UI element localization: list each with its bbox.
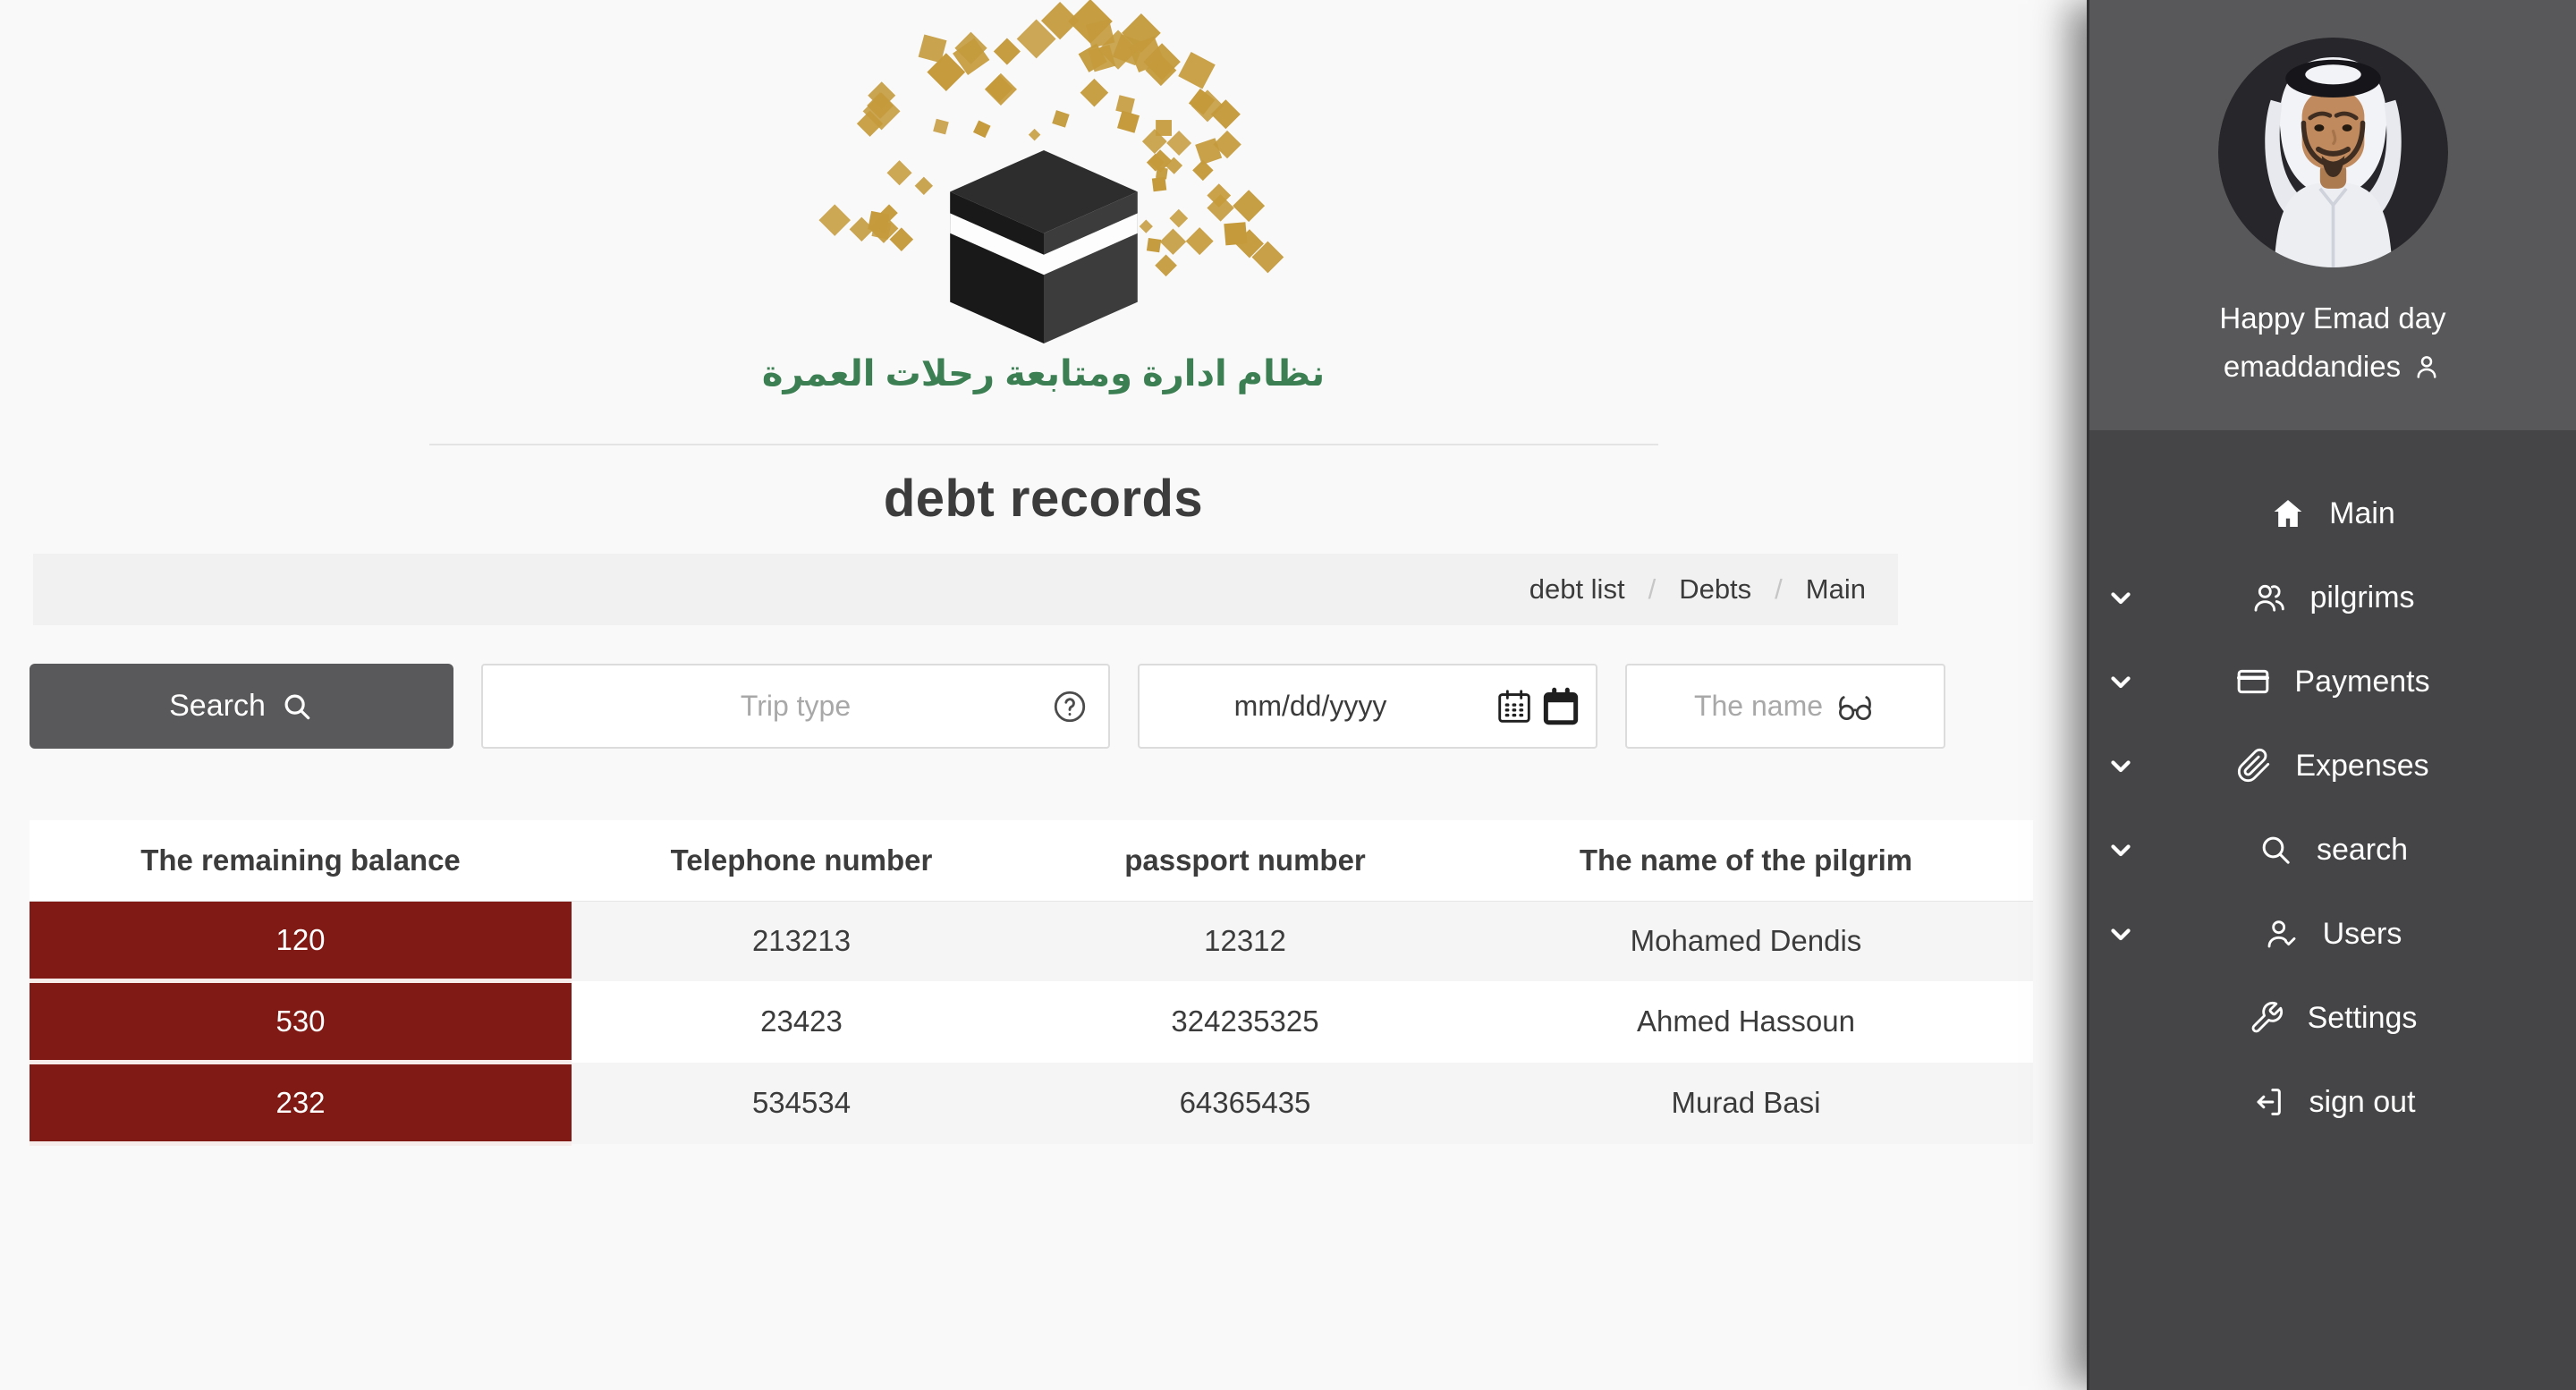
cell-passport: 324235325 (1031, 981, 1459, 1063)
sidebar-item-label: pilgrims (2309, 581, 2414, 615)
chevron-down-icon[interactable] (2106, 835, 2136, 865)
search-icon (280, 690, 314, 724)
cell-pilgrim-name: Ahmed Hassoun (1459, 981, 2033, 1063)
name-field[interactable]: The name (1625, 664, 1945, 749)
payments-icon (2235, 664, 2271, 699)
name-input-placeholder: The name (1694, 690, 1823, 723)
main-content: نظام ادارة ومتابعة رحلات العمرة debt rec… (0, 0, 2087, 1390)
cell-pilgrim-name: Mohamed Dendis (1459, 902, 2033, 981)
divider (429, 444, 1658, 445)
column-header-telephone-number: Telephone number (572, 820, 1031, 902)
cell-passport: 64365435 (1031, 1063, 1459, 1144)
app: نظام ادارة ومتابعة رحلات العمرة debt rec… (0, 0, 2576, 1390)
sidebar-item-expenses[interactable]: Expenses (2089, 724, 2576, 808)
table-row: 23253453464365435Murad Basi (30, 1063, 2033, 1144)
column-header-the-remaining-balance: The remaining balance (30, 820, 572, 902)
breadcrumb-item-debts[interactable]: Debts (1679, 573, 1751, 606)
app-logo-arabic-title: نظام ادارة ومتابعة رحلات العمرة (0, 352, 2087, 395)
trip-type-input[interactable] (483, 665, 1108, 747)
sidebar-item-label: Main (2329, 496, 2395, 531)
sidebar-item-pilgrims[interactable]: pilgrims (2089, 555, 2576, 640)
kaaba-logo-icon (793, 0, 1294, 343)
sidebar: Happy Emad day emaddandies Main pilgrims (2087, 0, 2576, 1390)
debts-table: The remaining balanceTelephone numberpas… (30, 820, 2033, 1146)
cell-remaining-balance: 232 (30, 1063, 572, 1144)
settings-icon (2249, 1000, 2284, 1036)
cell-remaining-balance: 530 (30, 981, 572, 1063)
username-row: emaddandies (2224, 350, 2442, 384)
table-row: 12021321312312Mohamed Dendis (30, 902, 2033, 981)
sign-out-icon (2250, 1084, 2285, 1120)
glasses-icon (1834, 689, 1877, 725)
chevron-down-icon[interactable] (2106, 919, 2136, 949)
search-button-label: Search (169, 689, 266, 724)
column-header-passport-number: passport number (1031, 820, 1459, 902)
expenses-icon (2236, 748, 2272, 784)
search-button[interactable]: Search (30, 664, 453, 749)
date-field (1138, 664, 1597, 749)
cell-pilgrim-name: Murad Basi (1459, 1063, 2033, 1144)
chevron-down-icon[interactable] (2106, 750, 2136, 781)
sidebar-item-label: sign out (2309, 1085, 2415, 1120)
sidebar-item-users[interactable]: Users (2089, 892, 2576, 976)
home-icon (2270, 496, 2306, 531)
sidebar-item-label: Users (2323, 917, 2402, 952)
username: emaddandies (2224, 350, 2401, 384)
page-title: debt records (0, 469, 2087, 529)
sidebar-item-label: Settings (2308, 1001, 2418, 1036)
chevron-down-icon[interactable] (2106, 582, 2136, 613)
sidebar-item-search[interactable]: search (2089, 808, 2576, 892)
breadcrumb: debt list / Debts / Main (33, 554, 1898, 625)
sidebar-menu: Main pilgrims Payments Expenses search U… (2089, 430, 2576, 1144)
filters-row: Search (30, 664, 2087, 749)
users-icon (2264, 916, 2300, 952)
breadcrumb-item-main[interactable]: Main (1806, 573, 1866, 606)
calendar-grid-icon (1494, 686, 1535, 727)
user-icon (2411, 352, 2442, 382)
sidebar-item-main[interactable]: Main (2089, 471, 2576, 555)
sidebar-user-panel: Happy Emad day emaddandies (2089, 0, 2576, 430)
pilgrims-icon (2250, 580, 2286, 615)
table-body: 12021321312312Mohamed Dendis530234233242… (30, 902, 2033, 1144)
cell-telephone: 213213 (572, 902, 1031, 981)
table-row: 53023423324235325Ahmed Hassoun (30, 981, 2033, 1063)
app-logo: نظام ادارة ومتابعة رحلات العمرة (0, 0, 2087, 395)
sidebar-item-label: Expenses (2295, 749, 2428, 784)
breadcrumb-separator: / (1775, 573, 1783, 606)
table-header-row: The remaining balanceTelephone numberpas… (30, 820, 2033, 902)
chevron-down-icon[interactable] (2106, 666, 2136, 697)
sidebar-item-label: search (2317, 833, 2408, 868)
breadcrumb-item-debt-list: debt list (1530, 573, 1625, 606)
sidebar-item-payments[interactable]: Payments (2089, 640, 2576, 724)
trip-type-field (481, 664, 1110, 749)
cell-telephone: 534534 (572, 1063, 1031, 1144)
cell-remaining-balance: 120 (30, 902, 572, 981)
breadcrumb-separator: / (1648, 573, 1657, 606)
sidebar-item-label: Payments (2294, 665, 2429, 699)
avatar (2218, 38, 2448, 267)
calendar-icon[interactable] (1538, 684, 1583, 729)
sidebar-item-sign-out[interactable]: sign out (2089, 1060, 2576, 1144)
help-icon (1051, 688, 1089, 725)
sidebar-item-settings[interactable]: Settings (2089, 976, 2576, 1060)
user-display-name: Happy Emad day (2219, 301, 2445, 335)
search-icon (2258, 832, 2293, 868)
column-header-the-name-of-the-pilgrim: The name of the pilgrim (1459, 820, 2033, 902)
cell-passport: 12312 (1031, 902, 1459, 981)
cell-telephone: 23423 (572, 981, 1031, 1063)
